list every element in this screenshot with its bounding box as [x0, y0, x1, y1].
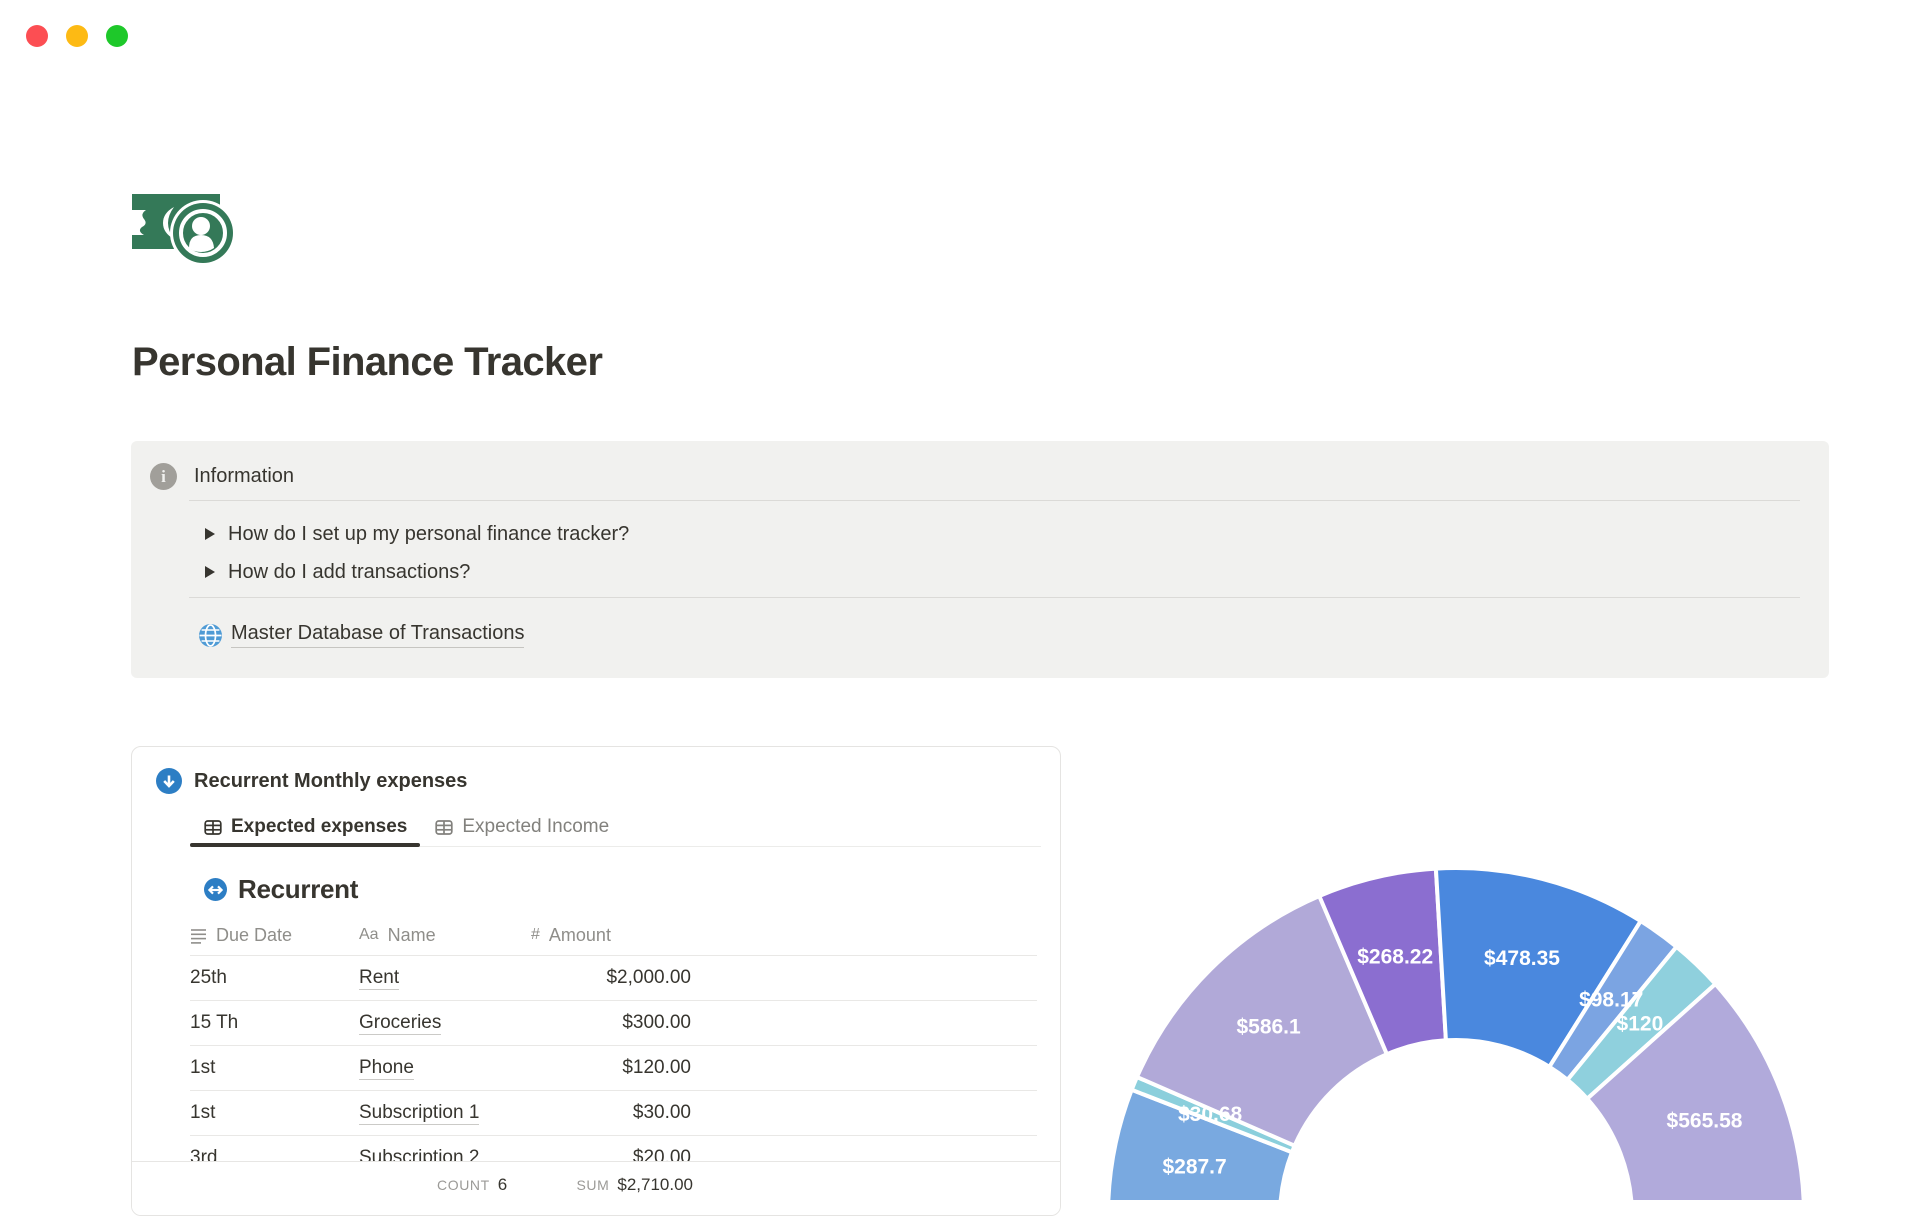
expenses-donut-chart: $287.7$30.68$586.1$268.22 $478.35$98.17$1… [1106, 866, 1806, 1200]
